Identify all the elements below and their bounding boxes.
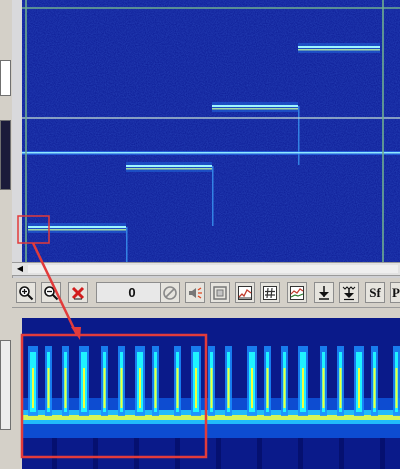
signal-step-edge [298, 49, 380, 51]
scroll-track[interactable] [28, 265, 398, 273]
audio-button[interactable] [185, 282, 205, 303]
pulse-hot [83, 368, 85, 408]
scroll-left-arrow-icon[interactable]: ◀ [14, 264, 26, 274]
pulse-hot [195, 368, 197, 408]
gap-mark [93, 438, 98, 469]
delete-button[interactable] [68, 282, 88, 303]
p-button[interactable]: P [390, 282, 400, 303]
pulse-hot [283, 368, 286, 408]
pulse-hot [358, 368, 360, 408]
signal-step [28, 226, 126, 228]
pulse-hot [266, 368, 269, 408]
gap-mark [52, 438, 57, 469]
spectrum-button[interactable] [235, 282, 255, 303]
zoom-out-icon [44, 285, 59, 300]
gap-mark [339, 438, 344, 469]
disable-button[interactable] [160, 282, 180, 303]
speaker-icon [189, 286, 202, 299]
gap-mark [175, 438, 180, 469]
pulse-hot [322, 368, 325, 408]
sf-icon: Sf [369, 284, 381, 300]
pulse-hot [64, 368, 67, 408]
pulse-hot [32, 368, 34, 408]
pulse-hot [139, 368, 141, 408]
frame-icon [213, 285, 227, 300]
pulse-hot [154, 368, 157, 408]
signal-transition [298, 106, 300, 165]
application: ◀ 0 Sf P [0, 0, 400, 469]
zoomed-signal-view[interactable] [22, 318, 400, 469]
pulse-hot [176, 368, 179, 408]
grid-hash-icon [263, 285, 277, 300]
carrier-line [22, 152, 400, 154]
value-display: 0 [96, 282, 168, 303]
signal-step-edge [212, 108, 298, 110]
arrow-down-icon [319, 285, 329, 300]
spectrum-graph-icon [238, 285, 252, 300]
double-arrow-down-icon [342, 285, 356, 300]
left-tab-lower[interactable] [0, 340, 11, 430]
marker-down-button[interactable] [314, 282, 334, 303]
gap-mark [380, 438, 385, 469]
pulse-hot [103, 368, 106, 408]
frame-button[interactable] [210, 282, 230, 303]
pulse-hot [47, 368, 50, 408]
gap-mark [216, 438, 221, 469]
signal-step [126, 165, 212, 167]
grid-button[interactable] [260, 282, 280, 303]
left-tab-top[interactable] [0, 60, 11, 96]
left-tab-dark[interactable] [0, 120, 11, 190]
waterfall-spectrogram[interactable] [22, 0, 400, 262]
pulse-hot [251, 368, 253, 408]
pulse-hot [373, 368, 376, 408]
signal-step [298, 46, 380, 48]
toolbar: 0 Sf P [12, 278, 400, 308]
sf-button[interactable]: Sf [365, 282, 385, 303]
zoom-in-button[interactable] [16, 282, 36, 303]
pulse-hot [120, 368, 123, 408]
gap-mark [257, 438, 262, 469]
zoom-left-margin [12, 318, 22, 469]
no-entry-icon [163, 285, 177, 300]
signal-step-edge [126, 168, 212, 170]
signal-transition [212, 166, 214, 226]
gap-mark [298, 438, 303, 469]
waterfall-noise [22, 0, 400, 262]
p-label: P [392, 284, 400, 300]
multi-marker-button[interactable] [339, 282, 359, 303]
panel-separator [0, 308, 400, 318]
pulse-hot [339, 368, 342, 408]
signal-transition [126, 227, 128, 262]
zoom-out-button[interactable] [41, 282, 61, 303]
line-graph-icon [290, 285, 304, 300]
signal-step [212, 105, 298, 107]
pulse-hot [227, 368, 230, 408]
horizontal-scrollbar[interactable]: ◀ [12, 262, 400, 276]
pulse-hot [302, 368, 304, 408]
signal-step-edge [28, 229, 126, 231]
delete-x-icon [71, 286, 85, 299]
gap-mark [134, 438, 139, 469]
pulse-hot [395, 368, 398, 408]
pulse-hot [210, 368, 213, 408]
zoom-in-icon [19, 285, 34, 300]
graph-button[interactable] [287, 282, 307, 303]
